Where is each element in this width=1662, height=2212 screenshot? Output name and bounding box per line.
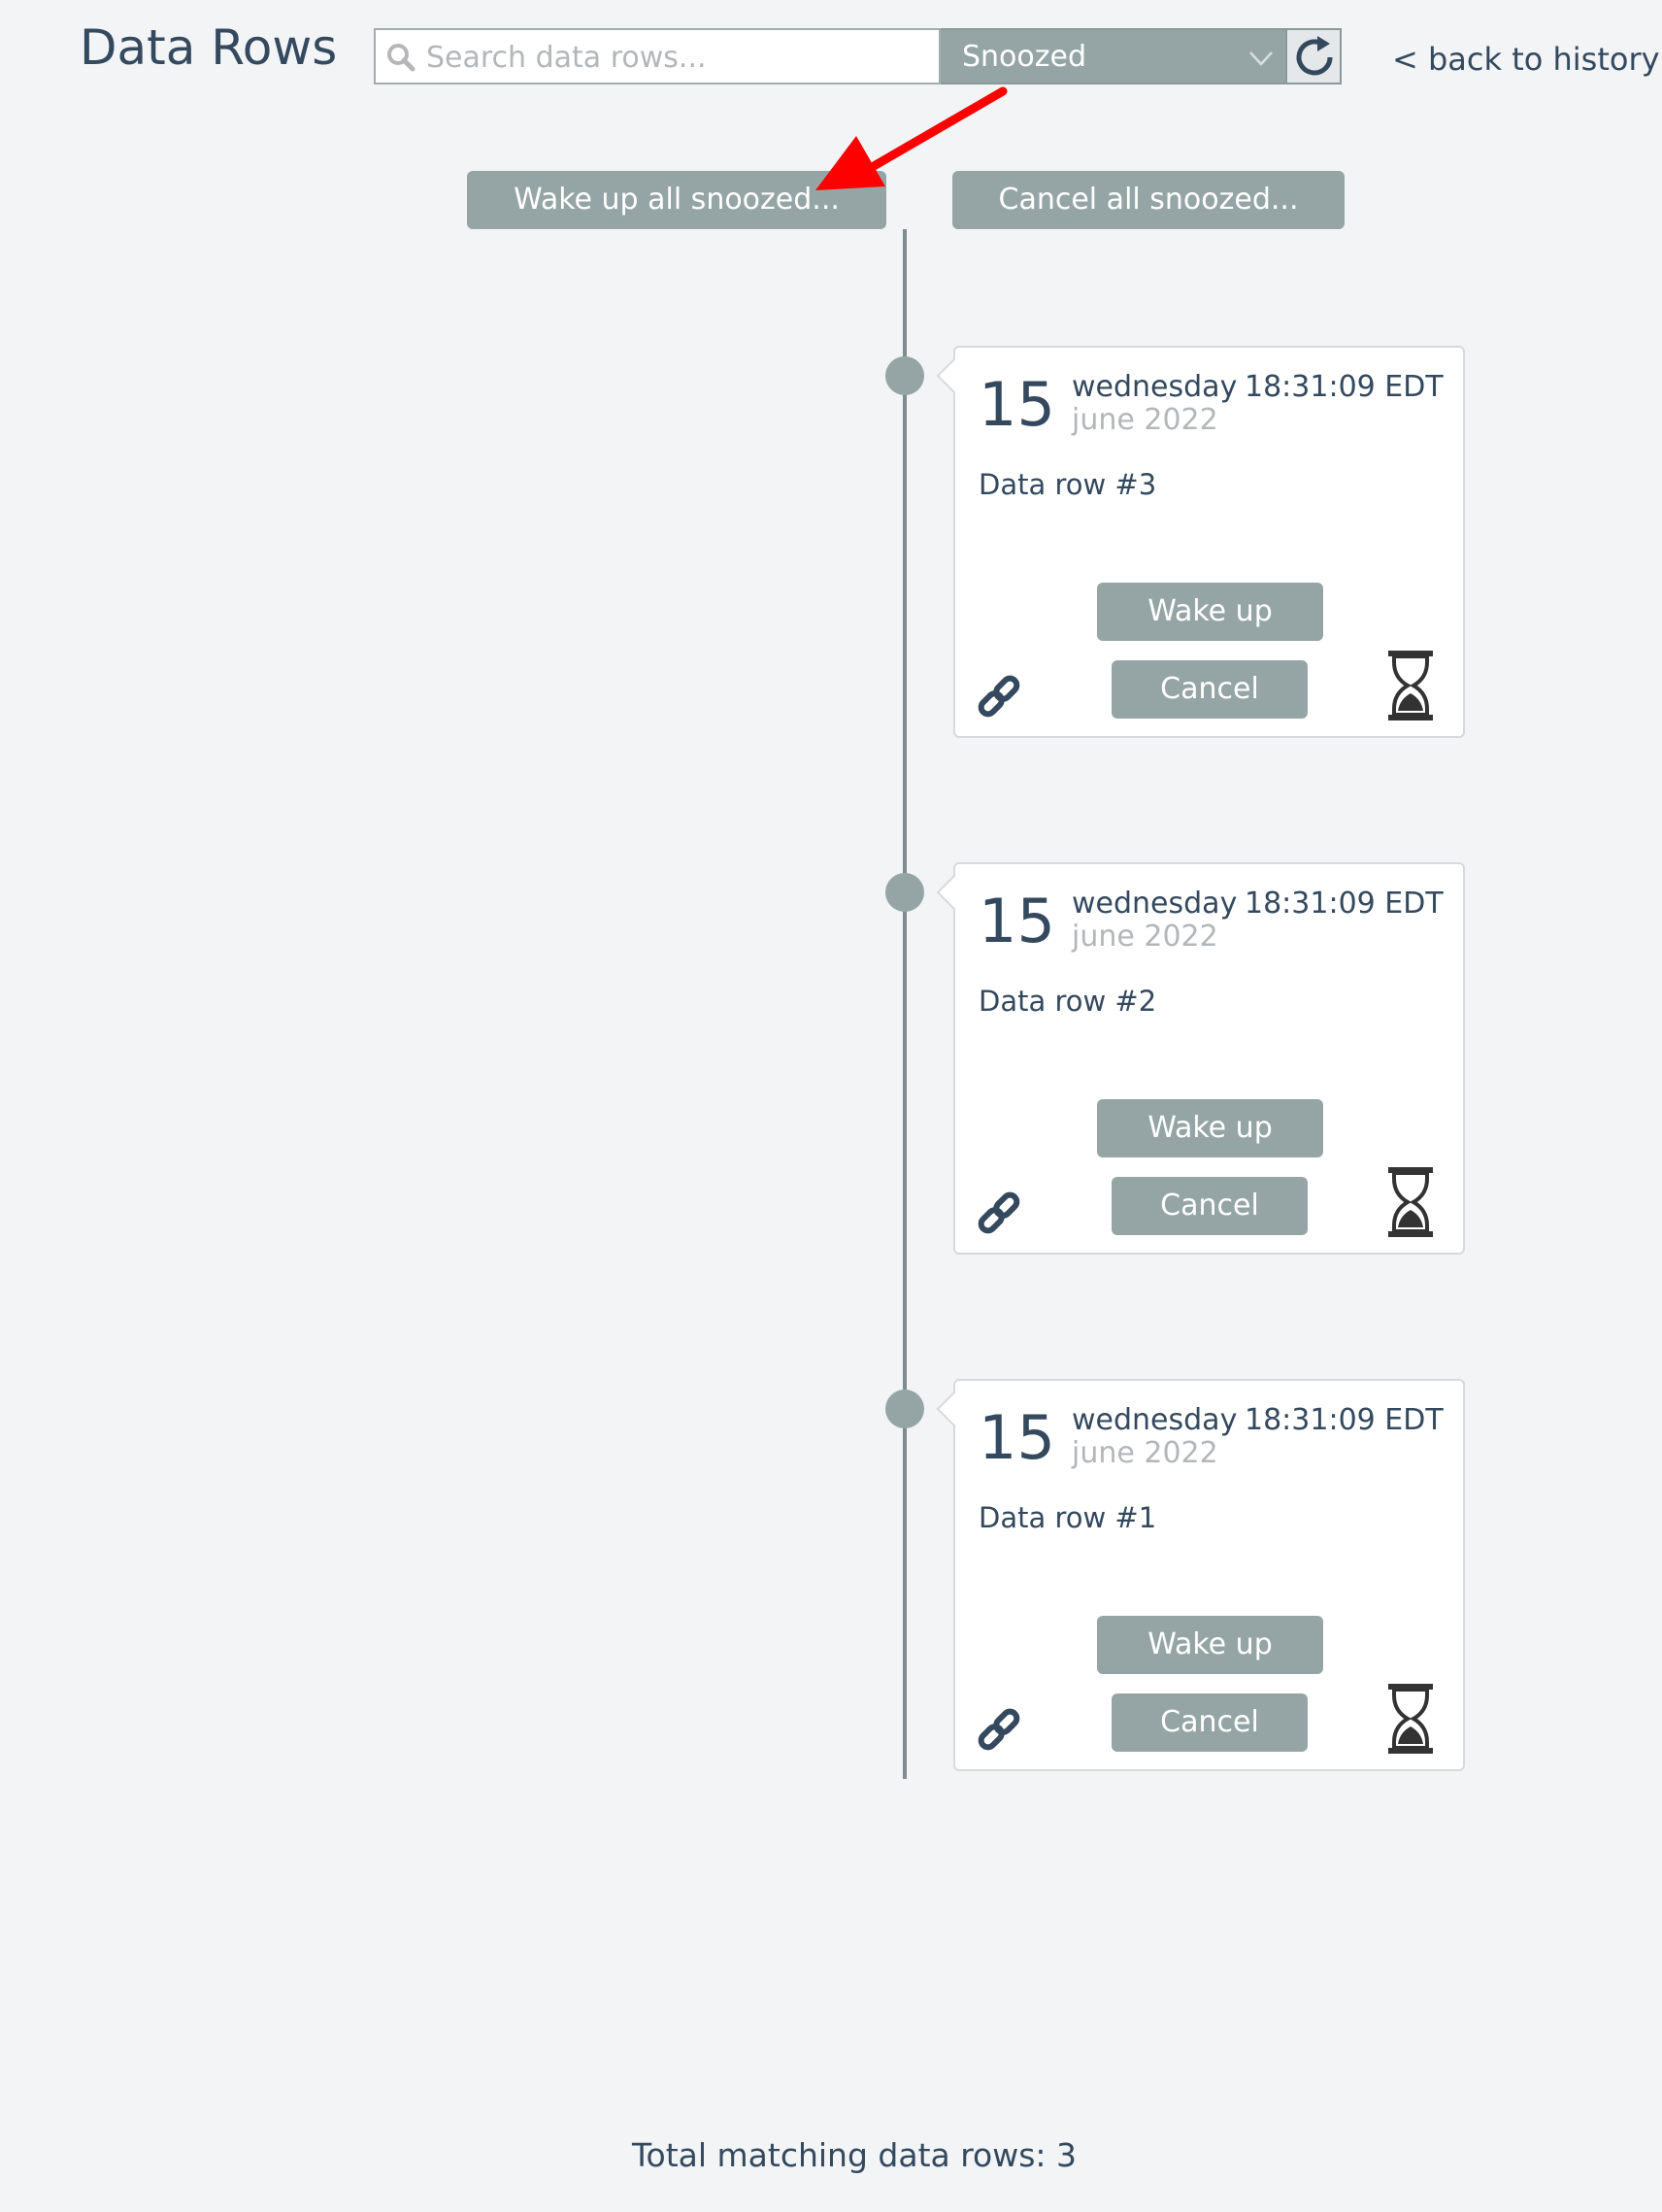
hourglass-icon[interactable] — [1386, 649, 1435, 722]
date-time: 18:31:09 EDT — [1245, 887, 1444, 921]
date-weekday: wednesday — [1072, 370, 1238, 404]
cancel-all-snoozed-button[interactable]: Cancel all snoozed... — [952, 171, 1345, 229]
data-row-card: 15 wednesday june 2022 18:31:09 EDT Data… — [936, 862, 1465, 1255]
date-month-year: june 2022 — [1072, 403, 1218, 437]
card-pointer — [936, 874, 973, 911]
link-icon[interactable] — [973, 1187, 1025, 1239]
refresh-icon — [1296, 36, 1333, 76]
search-box — [374, 28, 941, 84]
date-month-year: june 2022 — [1072, 920, 1218, 954]
page-title: Data Rows — [80, 19, 338, 76]
refresh-button[interactable] — [1285, 28, 1342, 84]
back-to-history-link[interactable]: < back to history — [1392, 41, 1660, 78]
card-pointer — [936, 1391, 973, 1427]
wake-up-all-snoozed-button[interactable]: Wake up all snoozed... — [467, 171, 886, 229]
data-row-card: 15 wednesday june 2022 18:31:09 EDT Data… — [936, 346, 1465, 738]
card-pointer — [936, 357, 973, 394]
link-icon[interactable] — [973, 1703, 1025, 1756]
timeline-dot — [885, 873, 924, 912]
timeline-dot — [885, 1390, 924, 1428]
data-row-label: Data row #3 — [979, 468, 1157, 501]
data-row-label: Data row #1 — [979, 1501, 1157, 1534]
date-day: 15 — [979, 1402, 1055, 1473]
search-input[interactable] — [426, 38, 931, 77]
timeline-dot — [885, 356, 924, 395]
cancel-button[interactable]: Cancel — [1112, 1177, 1308, 1235]
date-time: 18:31:09 EDT — [1245, 370, 1444, 404]
timeline-line — [903, 229, 907, 1779]
wake-up-button[interactable]: Wake up — [1097, 1099, 1323, 1157]
status-filter-select[interactable]: Snoozed — [941, 28, 1285, 84]
search-icon — [387, 44, 416, 72]
chevron-down-icon — [1249, 51, 1273, 66]
date-weekday: wednesday — [1072, 887, 1238, 921]
cancel-button[interactable]: Cancel — [1112, 1693, 1308, 1752]
hourglass-icon[interactable] — [1386, 1682, 1435, 1756]
status-filter-value: Snoozed — [962, 40, 1087, 74]
wake-up-button[interactable]: Wake up — [1097, 583, 1323, 641]
cancel-button[interactable]: Cancel — [1112, 660, 1308, 719]
date-month-year: june 2022 — [1072, 1436, 1218, 1470]
wake-up-button[interactable]: Wake up — [1097, 1616, 1323, 1674]
data-row-card: 15 wednesday june 2022 18:31:09 EDT Data… — [936, 1379, 1465, 1771]
hourglass-icon[interactable] — [1386, 1165, 1435, 1239]
date-day: 15 — [979, 886, 1055, 956]
link-icon[interactable] — [973, 670, 1025, 722]
total-matching-count: Total matching data rows: 3 — [631, 2136, 1078, 2174]
date-time: 18:31:09 EDT — [1245, 1403, 1444, 1437]
data-row-label: Data row #2 — [979, 985, 1157, 1018]
date-day: 15 — [979, 369, 1055, 440]
date-weekday: wednesday — [1072, 1403, 1238, 1437]
